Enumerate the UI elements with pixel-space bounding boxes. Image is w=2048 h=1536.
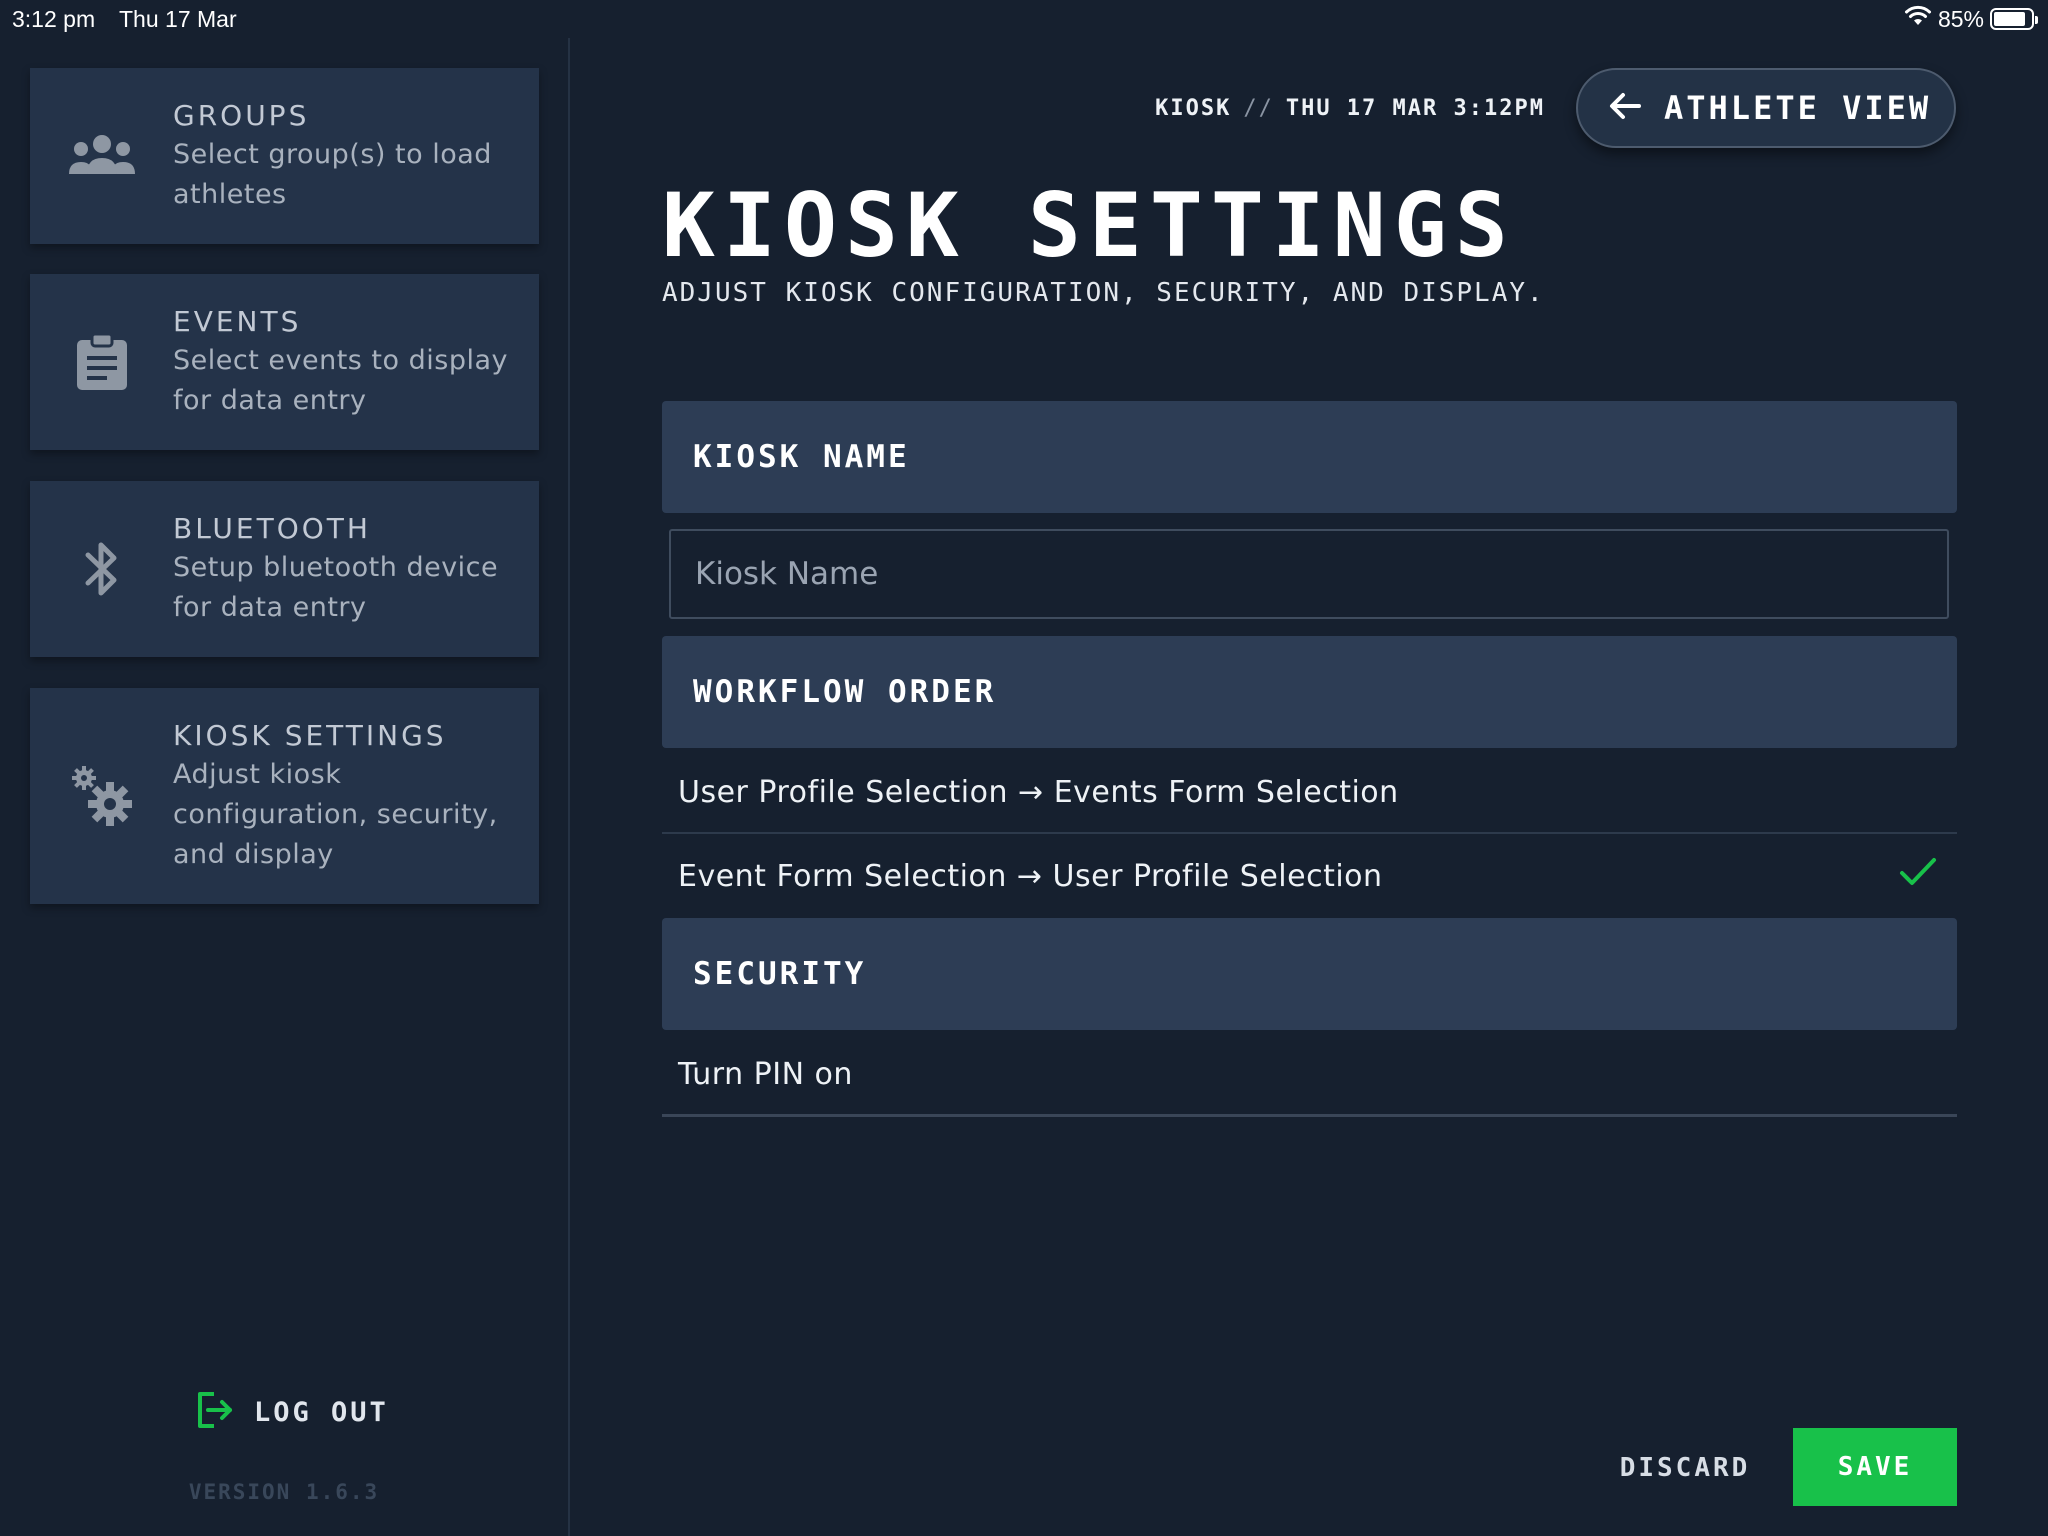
sidebar-item-description: Select events to display for data entry <box>173 345 508 416</box>
page-subtitle: ADJUST KIOSK CONFIGURATION, SECURITY, AN… <box>662 278 1545 308</box>
battery-icon <box>1990 8 2038 30</box>
athlete-view-button[interactable]: ATHLETE VIEW <box>1576 68 1956 148</box>
breadcrumb-kiosk: KIOSK <box>1155 96 1232 121</box>
breadcrumb-datetime: THU 17 MAR 3:12PM <box>1285 96 1545 121</box>
kiosk-name-input[interactable] <box>669 529 1949 619</box>
sidebar-item-title: EVENTS <box>173 305 302 338</box>
workflow-option-event-first[interactable]: Event Form Selection → User Profile Sele… <box>662 834 1957 919</box>
section-label: SECURITY <box>693 956 867 992</box>
section-header-security: SECURITY <box>662 918 1957 1030</box>
sidebar-item-title: GROUPS <box>173 99 310 132</box>
sidebar-item-events[interactable]: EVENTS Select events to display for data… <box>30 274 539 450</box>
security-option-pin[interactable]: Turn PIN on <box>662 1032 1957 1117</box>
battery-percent: 85% <box>1937 5 1984 32</box>
breadcrumb-separator: // <box>1243 96 1274 121</box>
status-date: Thu 17 Mar <box>119 6 237 32</box>
battery-fill <box>1994 12 2025 26</box>
status-time: 3:12 pm <box>12 6 96 32</box>
wifi-icon <box>1904 5 1932 33</box>
sidebar-item-title: BLUETOOTH <box>173 512 371 545</box>
breadcrumb: KIOSK // THU 17 MAR 3:12PM <box>1155 96 1545 121</box>
logout-label: LOG OUT <box>254 1396 389 1428</box>
sidebar-item-kiosk-settings[interactable]: KIOSK SETTINGS Adjust kiosk configuratio… <box>30 688 539 904</box>
clipboard-icon <box>30 332 173 392</box>
divider <box>662 1114 1957 1117</box>
checkmark-icon <box>1899 856 1937 892</box>
sidebar-item-title: KIOSK SETTINGS <box>173 719 447 752</box>
section-label: WORKFLOW ORDER <box>693 674 997 710</box>
version-label: VERSION 1.6.3 <box>188 1480 380 1504</box>
sidebar-divider <box>568 38 570 1536</box>
sidebar-item-description: Select group(s) to load athletes <box>173 139 492 210</box>
discard-button[interactable]: DISCARD <box>1600 1428 1770 1508</box>
logout-button[interactable]: LOG OUT <box>196 1390 389 1434</box>
sidebar-item-description: Adjust kiosk configuration, security, an… <box>173 759 498 870</box>
option-label: Event Form Selection → User Profile Sele… <box>678 859 1383 894</box>
sidebar-item-description: Setup bluetooth device for data entry <box>173 552 499 623</box>
section-label: KIOSK NAME <box>693 439 910 475</box>
section-header-workflow-order: WORKFLOW ORDER <box>662 636 1957 748</box>
gears-icon <box>30 764 173 828</box>
status-right: 85% <box>1904 5 2038 33</box>
bluetooth-icon <box>30 538 173 600</box>
page-title: KIOSK SETTINGS <box>662 174 1516 277</box>
sidebar-item-groups[interactable]: GROUPS Select group(s) to load athletes <box>30 68 539 244</box>
logout-icon <box>196 1390 234 1434</box>
option-label: User Profile Selection → Events Form Sel… <box>678 775 1399 810</box>
save-button[interactable]: SAVE <box>1793 1428 1957 1506</box>
athlete-view-label: ATHLETE VIEW <box>1664 89 1932 127</box>
sidebar-item-bluetooth[interactable]: BLUETOOTH Setup bluetooth device for dat… <box>30 481 539 657</box>
arrow-left-icon <box>1608 91 1642 125</box>
people-icon <box>30 132 173 180</box>
section-header-kiosk-name: KIOSK NAME <box>662 401 1957 513</box>
option-label: Turn PIN on <box>678 1057 853 1092</box>
status-bar: 3:12 pm Thu 17 Mar 85% <box>0 0 2048 38</box>
workflow-option-profile-first[interactable]: User Profile Selection → Events Form Sel… <box>662 750 1957 835</box>
